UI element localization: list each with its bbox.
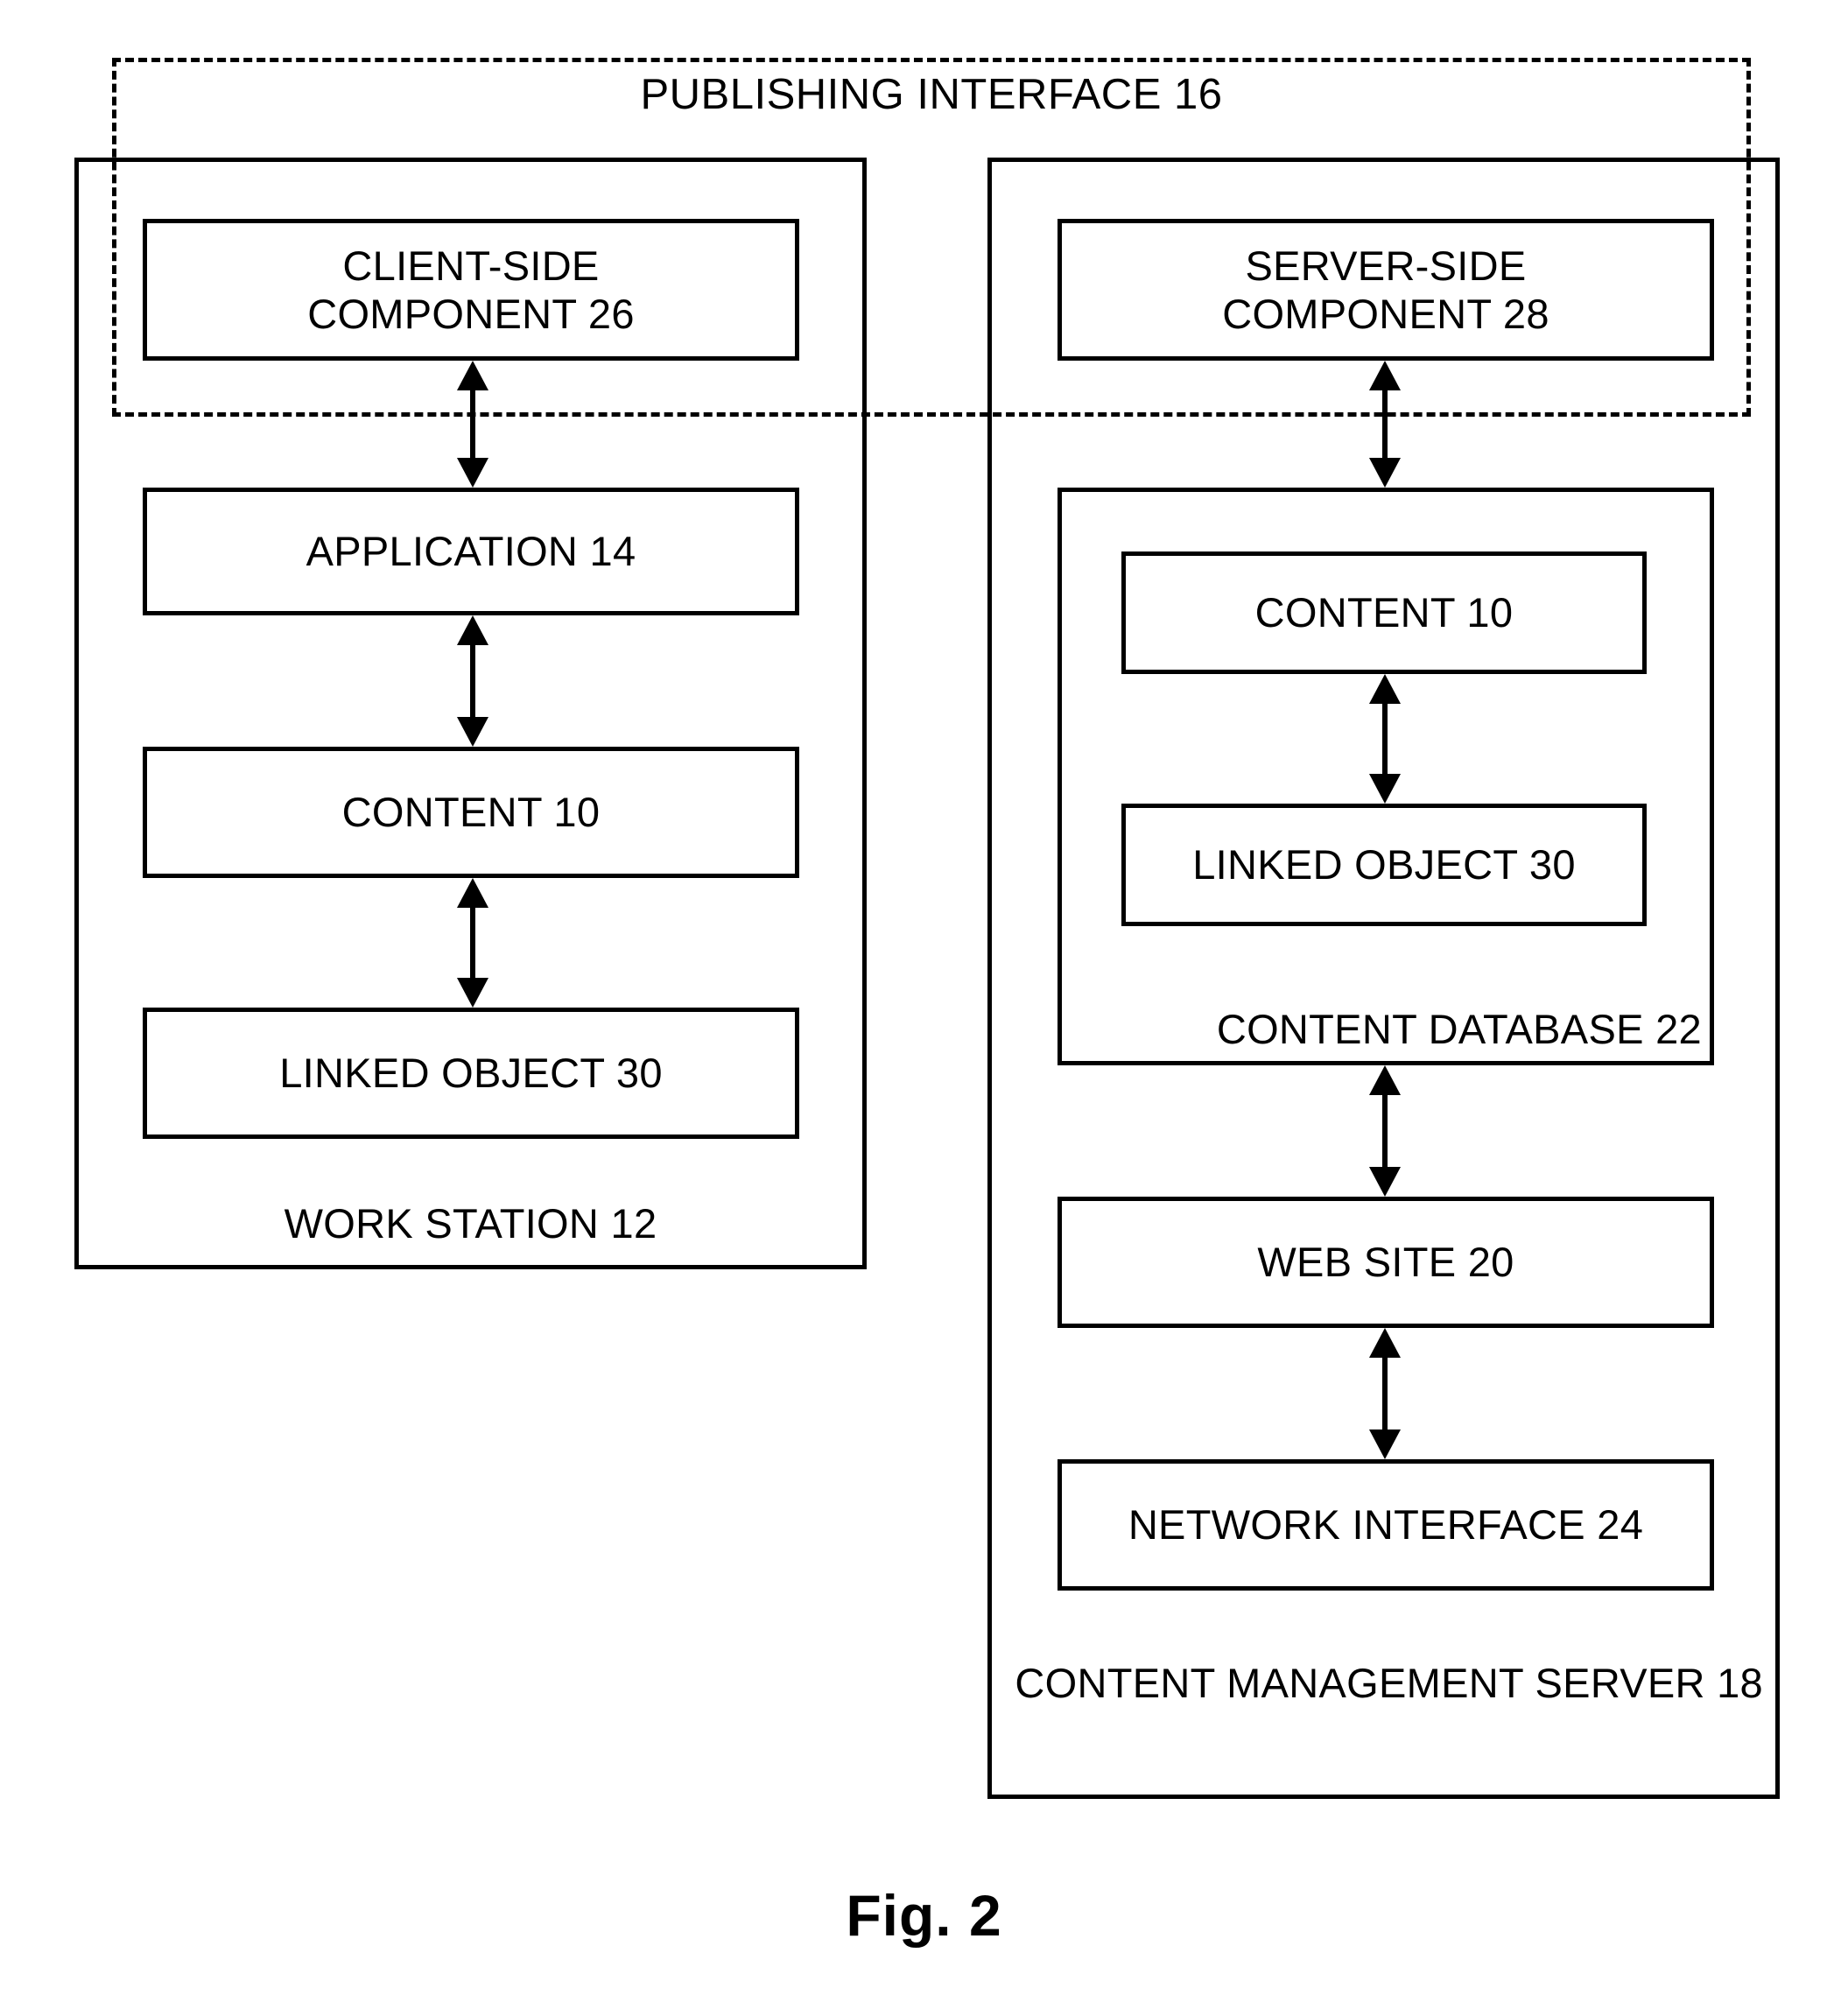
work-station-caption: WORK STATION 12 xyxy=(284,1200,657,1247)
content-box-workstation: CONTENT 10 xyxy=(143,747,799,878)
server-side-component-box: SERVER-SIDE COMPONENT 28 xyxy=(1058,219,1714,361)
arrowhead-down-icon xyxy=(1369,458,1401,488)
linked-object-box-workstation: LINKED OBJECT 30 xyxy=(143,1008,799,1139)
arrow-content-to-linked-object xyxy=(455,878,490,1008)
figure-canvas: PUBLISHING INTERFACE 16 CLIENT-SIDE COMP… xyxy=(0,0,1848,2009)
arrow-content-database-to-web-site xyxy=(1367,1065,1402,1197)
web-site-box: WEB SITE 20 xyxy=(1058,1197,1714,1328)
linked-object-label-workstation: LINKED OBJECT 30 xyxy=(279,1050,663,1097)
network-interface-box: NETWORK INTERFACE 24 xyxy=(1058,1459,1714,1591)
content-label-database: CONTENT 10 xyxy=(1254,589,1514,636)
content-management-server-caption: CONTENT MANAGEMENT SERVER 18 xyxy=(987,1659,1763,1707)
arrowhead-down-icon xyxy=(457,978,488,1008)
linked-object-label-database: LINKED OBJECT 30 xyxy=(1192,841,1576,889)
arrowhead-down-icon xyxy=(1369,1429,1401,1459)
arrow-server-component-to-content-database xyxy=(1367,361,1402,488)
content-box-database: CONTENT 10 xyxy=(1121,551,1647,674)
client-side-component-label-line1: CLIENT-SIDE xyxy=(342,242,600,289)
figure-caption: Fig. 2 xyxy=(846,1883,1002,1948)
arrowhead-down-icon xyxy=(457,717,488,747)
client-side-component-label-line2: COMPONENT 26 xyxy=(307,291,635,337)
network-interface-label: NETWORK INTERFACE 24 xyxy=(1128,1501,1644,1549)
arrow-application-to-content xyxy=(455,615,490,747)
content-management-server-caption-line2: SERVER 18 xyxy=(1535,1660,1763,1706)
arrow-web-site-to-network-interface xyxy=(1367,1328,1402,1459)
application-label: APPLICATION 14 xyxy=(306,528,636,575)
content-database-caption: CONTENT DATABASE 22 xyxy=(1216,1006,1702,1052)
arrowhead-down-icon xyxy=(457,458,488,488)
arrowhead-down-icon xyxy=(1369,1167,1401,1197)
content-management-server-caption-line1: CONTENT MANAGEMENT xyxy=(1015,1660,1524,1706)
publishing-interface-label: PUBLISHING INTERFACE 16 xyxy=(640,71,1223,118)
server-side-component-label-line1: SERVER-SIDE xyxy=(1245,242,1527,289)
client-side-component-box: CLIENT-SIDE COMPONENT 26 xyxy=(143,219,799,361)
web-site-label: WEB SITE 20 xyxy=(1257,1239,1514,1286)
linked-object-box-database: LINKED OBJECT 30 xyxy=(1121,804,1647,926)
content-label-workstation: CONTENT 10 xyxy=(341,789,601,836)
arrowhead-down-icon xyxy=(1369,774,1401,804)
application-box: APPLICATION 14 xyxy=(143,488,799,615)
arrow-client-component-to-application xyxy=(455,361,490,488)
server-side-component-label-line2: COMPONENT 28 xyxy=(1222,291,1549,337)
arrow-content-to-linked-object-server xyxy=(1367,674,1402,804)
